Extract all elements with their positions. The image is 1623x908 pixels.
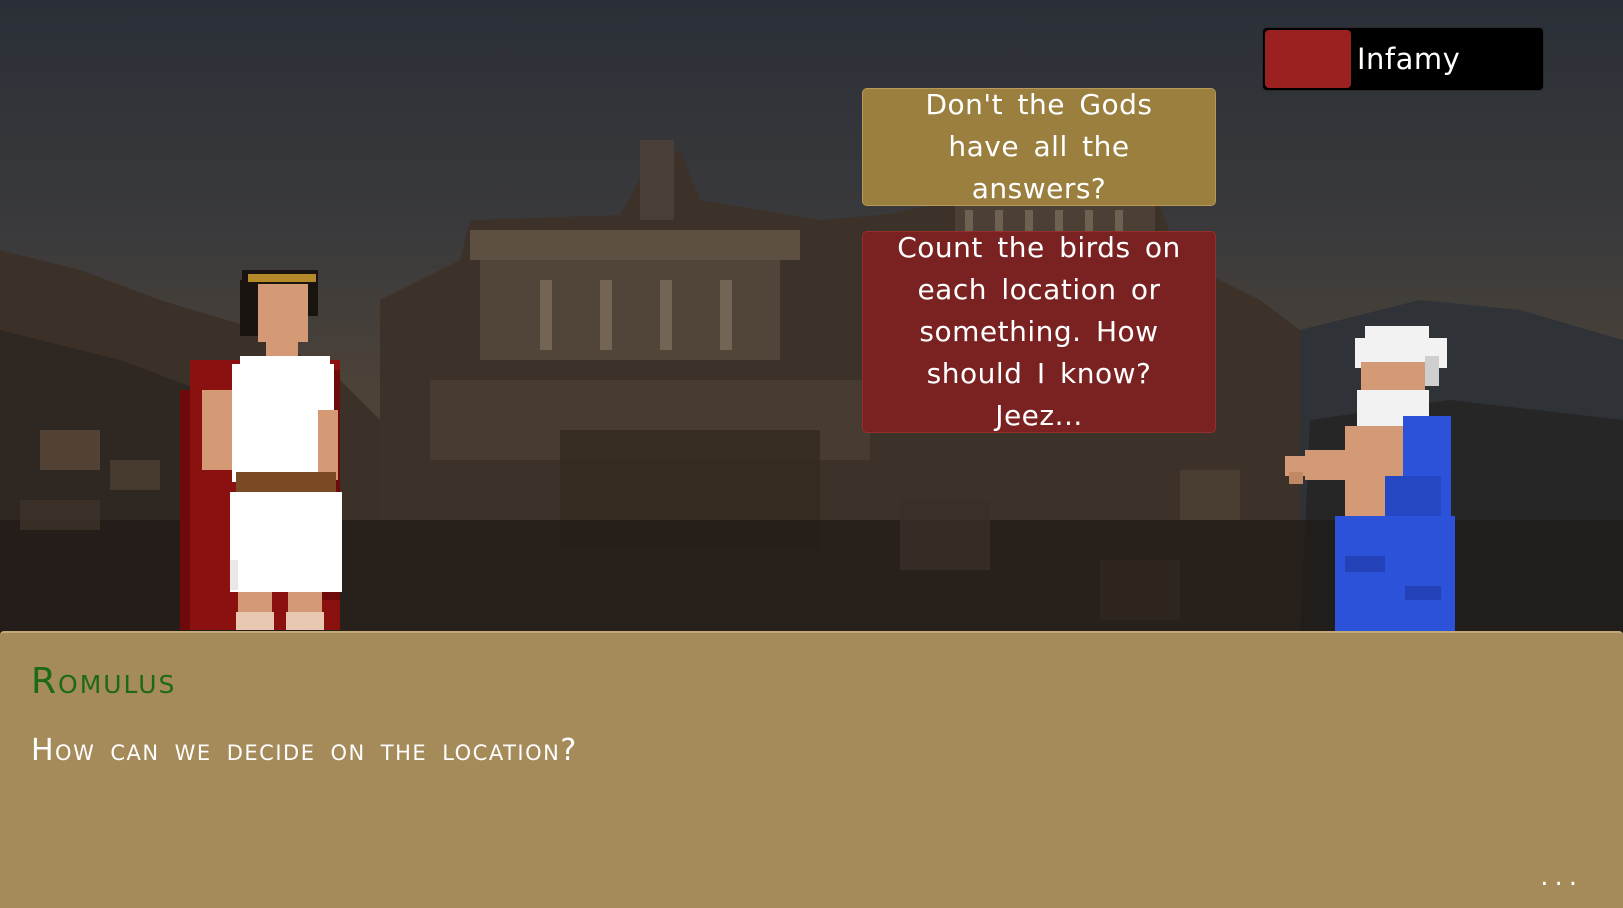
- sage-character: [1285, 326, 1455, 632]
- game-scene: Infamy Don't the Gods have all the answe…: [0, 0, 1623, 908]
- dialogue-choice-text: Count the birds on each location or some…: [897, 231, 1181, 432]
- dialogue-choice-text: Don't the Gods have all the answers?: [925, 88, 1153, 205]
- romulus-character: [180, 270, 342, 630]
- dialogue-choice-birds[interactable]: Count the birds on each location or some…: [862, 231, 1216, 433]
- infamy-label: Infamy: [1357, 42, 1461, 76]
- infamy-meter: Infamy: [1262, 27, 1544, 91]
- continue-ellipsis-icon[interactable]: ...: [1540, 862, 1583, 892]
- speaker-name: Romulus: [31, 661, 177, 702]
- dialogue-choice-gods[interactable]: Don't the Gods have all the answers?: [862, 88, 1216, 206]
- dialogue-box[interactable]: Romulus How can we decide on the locatio…: [0, 631, 1623, 908]
- infamy-meter-fill: [1265, 30, 1351, 88]
- dialogue-text: How can we decide on the location?: [31, 733, 578, 768]
